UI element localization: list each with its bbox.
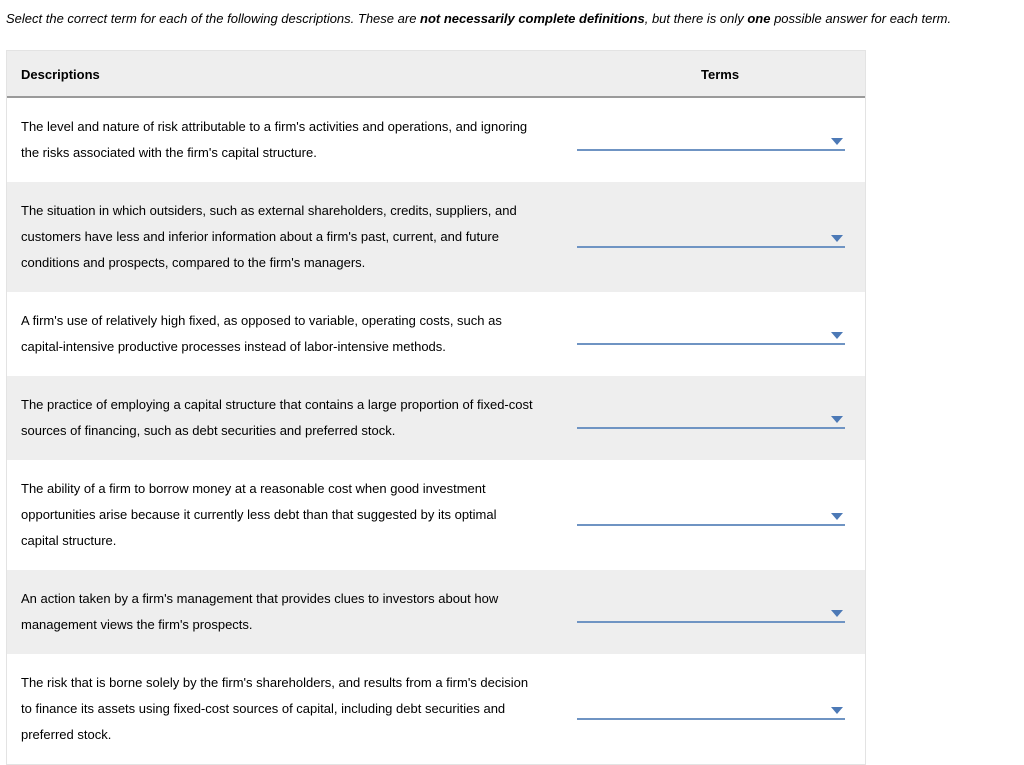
chevron-down-icon: [831, 416, 843, 423]
term-dropdown[interactable]: [577, 323, 845, 345]
table-row: A firm's use of relatively high fixed, a…: [7, 292, 865, 376]
term-cell: [546, 129, 851, 151]
term-cell: [546, 323, 851, 345]
question-instructions: Select the correct term for each of the …: [6, 6, 1014, 32]
chevron-down-icon: [831, 235, 843, 242]
term-cell: [546, 226, 851, 248]
chevron-down-icon: [831, 707, 843, 714]
term-cell: [546, 407, 851, 429]
description-text: The situation in which outsiders, such a…: [21, 198, 546, 276]
term-dropdown[interactable]: [577, 698, 845, 720]
instr-post: possible answer for each term.: [770, 11, 951, 26]
term-dropdown[interactable]: [577, 226, 845, 248]
matching-panel: Descriptions Terms The level and nature …: [6, 50, 866, 765]
table-row: The level and nature of risk attributabl…: [7, 98, 865, 182]
instr-mid: , but there is only: [645, 11, 748, 26]
description-text: The practice of employing a capital stru…: [21, 392, 546, 444]
term-dropdown[interactable]: [577, 129, 845, 151]
table-header: Descriptions Terms: [7, 51, 865, 98]
instr-bold2: one: [747, 11, 770, 26]
table-row: An action taken by a firm's management t…: [7, 570, 865, 654]
term-dropdown[interactable]: [577, 504, 845, 526]
chevron-down-icon: [831, 138, 843, 145]
chevron-down-icon: [831, 332, 843, 339]
description-text: An action taken by a firm's management t…: [21, 586, 546, 638]
description-text: The level and nature of risk attributabl…: [21, 114, 546, 166]
term-dropdown[interactable]: [577, 407, 845, 429]
table-row: The ability of a firm to borrow money at…: [7, 460, 865, 570]
term-cell: [546, 504, 851, 526]
term-cell: [546, 698, 851, 720]
description-text: The risk that is borne solely by the fir…: [21, 670, 546, 748]
chevron-down-icon: [831, 513, 843, 520]
table-row: The risk that is borne solely by the fir…: [7, 654, 865, 764]
chevron-down-icon: [831, 610, 843, 617]
instr-pre: Select the correct term for each of the …: [6, 11, 420, 26]
instr-bold1: not necessarily complete definitions: [420, 11, 645, 26]
description-text: A firm's use of relatively high fixed, a…: [21, 308, 546, 360]
table-row: The practice of employing a capital stru…: [7, 376, 865, 460]
header-descriptions: Descriptions: [21, 67, 551, 82]
table-row: The situation in which outsiders, such a…: [7, 182, 865, 292]
term-dropdown[interactable]: [577, 601, 845, 623]
description-text: The ability of a firm to borrow money at…: [21, 476, 546, 554]
term-cell: [546, 601, 851, 623]
header-terms: Terms: [551, 67, 851, 82]
